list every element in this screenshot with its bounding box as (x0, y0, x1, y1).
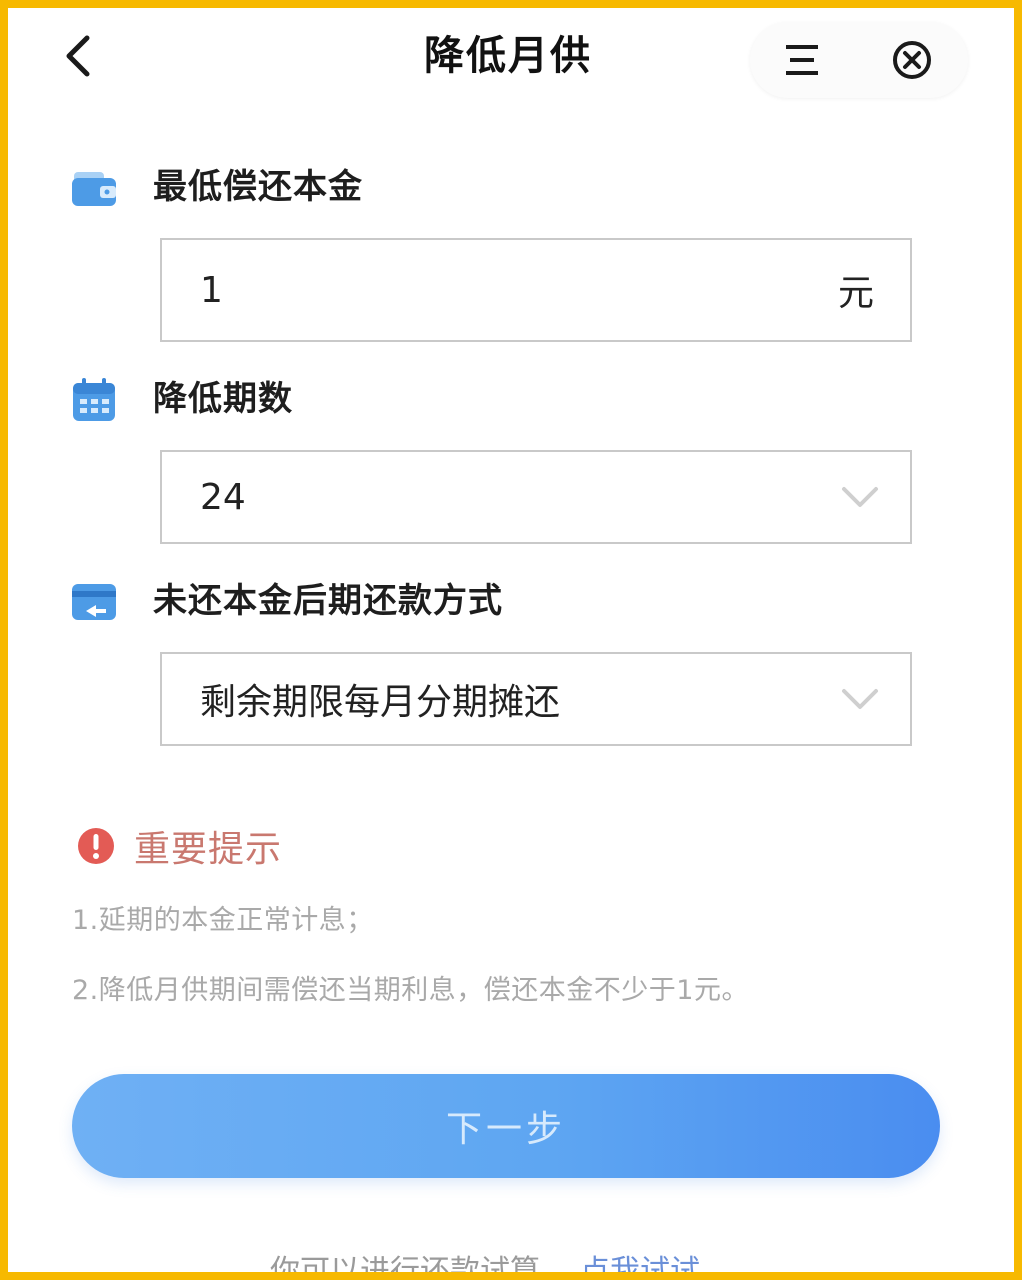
app-screen: 降低月供 最低偿还本金 1 元 降低期数 24 未还本金后期还款方式 剩余期限每… (8, 8, 1014, 1272)
notice-line-2: 2.降低月供期间需偿还当期利息，偿还本金不少于1元。 (72, 975, 749, 1006)
trial-link[interactable]: 点我试试 (580, 1254, 700, 1272)
chevron-down-icon (842, 487, 878, 507)
principal-label: 最低偿还本金 (153, 167, 363, 207)
principal-input[interactable]: 1 元 (160, 238, 912, 342)
notice-heading: 重要提示 (76, 816, 282, 876)
warning-icon (78, 828, 114, 864)
close-circle-icon (893, 41, 931, 79)
close-button[interactable] (890, 38, 934, 82)
chevron-left-icon (66, 35, 90, 77)
mini-program-capsule (750, 22, 968, 98)
calendar-icon (73, 378, 115, 421)
notice-title: 重要提示 (134, 829, 283, 870)
repay-method-label: 未还本金后期还款方式 (153, 581, 503, 621)
repay-method-select[interactable]: 剩余期限每月分期摊还 (160, 652, 912, 746)
principal-unit: 元 (837, 273, 874, 314)
chevron-down-icon (842, 689, 878, 709)
trial-hint-text: 你可以进行还款试算 (270, 1254, 540, 1272)
page-title: 降低月供 (424, 33, 592, 79)
back-button[interactable] (56, 30, 100, 82)
menu-button[interactable] (780, 38, 824, 82)
nav-bar: 降低月供 (8, 8, 1014, 104)
notice-line-1: 1.延期的本金正常计息； (72, 905, 374, 936)
wallet-icon (72, 172, 116, 206)
periods-label: 降低期数 (153, 379, 293, 419)
repay-method-value: 剩余期限每月分期摊还 (200, 682, 561, 723)
repayment-trial-row: 你可以进行还款试算 点我试试 (270, 1246, 700, 1272)
periods-select[interactable]: 24 (160, 450, 912, 544)
menu-icon (786, 45, 818, 75)
principal-value: 1 (200, 269, 223, 311)
card-return-icon (72, 584, 116, 620)
next-step-button[interactable]: 下一步 (72, 1074, 940, 1178)
next-step-label: 下一步 (445, 1109, 566, 1150)
periods-value: 24 (200, 476, 246, 518)
